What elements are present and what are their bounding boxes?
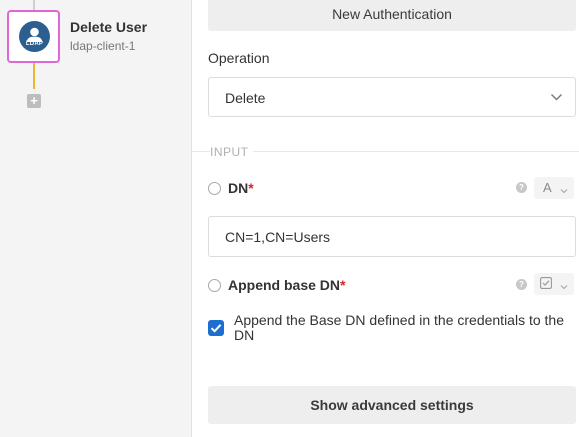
append-base-dn-checkbox-label[interactable]: Append the Base DN defined in the creden…: [234, 313, 574, 343]
help-icon[interactable]: ?: [516, 279, 527, 290]
required-mark: *: [248, 180, 254, 196]
ldap-icon-text: LDAP: [25, 41, 44, 47]
chevron-down-icon: [560, 183, 568, 198]
append-base-dn-type-select[interactable]: [534, 273, 574, 295]
workflow-canvas: LDAP Delete User ldap-client-1 +: [0, 0, 192, 437]
new-authentication-button[interactable]: New Authentication: [208, 0, 576, 31]
dn-radio[interactable]: [208, 182, 221, 195]
node-subtitle: ldap-client-1: [70, 39, 136, 53]
text-type-icon: A: [543, 180, 552, 195]
append-base-dn-label: Append base DN*: [228, 277, 345, 293]
workflow-node-delete-user[interactable]: LDAP: [7, 10, 60, 63]
append-base-dn-radio[interactable]: [208, 279, 221, 292]
node-title: Delete User: [70, 19, 148, 35]
node-connector: [33, 63, 35, 89]
append-base-dn-checkbox[interactable]: [208, 320, 224, 336]
operation-selected-value: Delete: [225, 90, 266, 106]
append-base-dn-label-text: Append base DN: [228, 277, 341, 293]
operation-select[interactable]: Delete: [208, 77, 576, 117]
add-step-button[interactable]: +: [27, 94, 41, 108]
dn-label: DN*: [228, 180, 254, 196]
chevron-down-icon: [550, 90, 563, 108]
chevron-down-icon: [560, 279, 568, 294]
show-advanced-settings-button[interactable]: Show advanced settings: [208, 386, 576, 424]
help-icon[interactable]: ?: [516, 182, 527, 193]
dn-label-text: DN: [228, 180, 249, 196]
incoming-connector: [33, 0, 35, 10]
dn-type-select[interactable]: A: [534, 177, 574, 199]
dn-input[interactable]: [208, 216, 576, 257]
operation-label: Operation: [208, 50, 270, 66]
required-mark: *: [340, 277, 346, 293]
input-section-title: INPUT: [210, 145, 253, 159]
ldap-user-icon: LDAP: [19, 21, 50, 52]
checkbox-type-icon: [540, 277, 552, 292]
config-panel: New Authentication Operation Delete INPU…: [192, 0, 579, 437]
